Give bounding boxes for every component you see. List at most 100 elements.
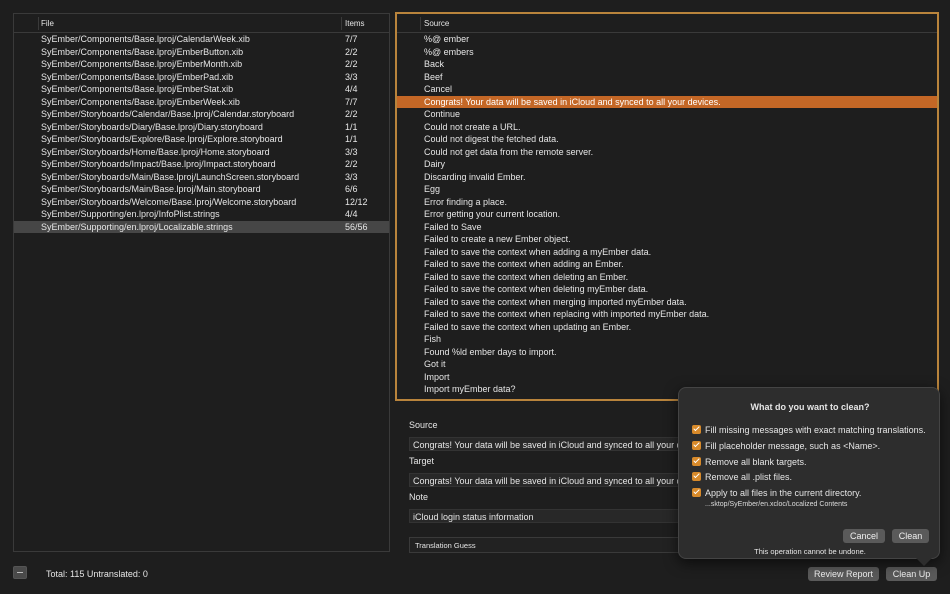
- option-label: Fill placeholder message, such as <Name>…: [705, 441, 881, 451]
- file-path: SyEmber/Storyboards/Welcome/Base.lproj/W…: [41, 196, 297, 207]
- source-row[interactable]: Error getting your current location.: [397, 208, 937, 221]
- target-label: Target: [409, 456, 435, 466]
- source-row[interactable]: Dairy: [397, 158, 937, 171]
- file-path: SyEmber/Supporting/en.lproj/Localizable.…: [41, 221, 233, 232]
- checkbox[interactable]: [692, 488, 701, 497]
- file-path: SyEmber/Supporting/en.lproj/InfoPlist.st…: [41, 209, 220, 219]
- source-row[interactable]: Failed to save the context when deleting…: [397, 283, 937, 296]
- undo-warning: This operation cannot be undone.: [754, 547, 866, 556]
- note-field[interactable]: iCloud login status information: [409, 509, 689, 523]
- source-row[interactable]: Back: [397, 58, 937, 71]
- source-row[interactable]: Discarding invalid Ember.: [397, 171, 937, 184]
- source-row[interactable]: Beef: [397, 71, 937, 84]
- option-remove-blank[interactable]: Remove all blank targets.: [692, 457, 807, 469]
- files-list: SyEmber/Components/Base.lproj/CalendarWe…: [14, 33, 389, 233]
- source-row[interactable]: Failed to save the context when updating…: [397, 321, 937, 334]
- file-items-count: 1/1: [345, 121, 358, 132]
- file-row[interactable]: SyEmber/Storyboards/Diary/Base.lproj/Dia…: [14, 121, 389, 134]
- source-row[interactable]: Import: [397, 371, 937, 384]
- directory-path: ...sktop/SyEmber/en.xcloc/Localized Cont…: [705, 501, 848, 508]
- file-path: SyEmber/Storyboards/Calendar/Base.lproj/…: [41, 109, 295, 119]
- checkbox[interactable]: [692, 457, 701, 466]
- file-path: SyEmber/Storyboards/Impact/Base.lproj/Im…: [41, 159, 276, 169]
- file-row[interactable]: SyEmber/Supporting/en.lproj/Localizable.…: [14, 220, 389, 233]
- checkbox[interactable]: [692, 472, 701, 481]
- file-row[interactable]: SyEmber/Storyboards/Calendar/Base.lproj/…: [14, 108, 389, 121]
- review-report-button[interactable]: Review Report: [808, 567, 879, 581]
- file-row[interactable]: SyEmber/Components/Base.lproj/EmberPad.x…: [14, 71, 389, 84]
- option-remove-plist[interactable]: Remove all .plist files.: [692, 472, 792, 484]
- source-row[interactable]: Failed to create a new Ember object.: [397, 233, 937, 246]
- file-path: SyEmber/Components/Base.lproj/EmberWeek.…: [41, 96, 240, 107]
- file-row[interactable]: SyEmber/Supporting/en.lproj/InfoPlist.st…: [14, 208, 389, 221]
- source-row[interactable]: %@ embers: [397, 46, 937, 59]
- option-fill-placeholder[interactable]: Fill placeholder message, such as <Name>…: [692, 441, 880, 453]
- file-items-count: 4/4: [345, 209, 358, 219]
- checkbox[interactable]: [692, 441, 701, 450]
- source-row[interactable]: %@ ember: [397, 33, 937, 46]
- file-row[interactable]: SyEmber/Components/Base.lproj/EmberMonth…: [14, 58, 389, 71]
- file-items-count: 3/3: [345, 171, 358, 182]
- option-fill-missing[interactable]: Fill missing messages with exact matchin…: [692, 425, 926, 437]
- popover-arrow: [916, 558, 932, 566]
- checkbox[interactable]: [692, 425, 701, 434]
- file-path: SyEmber/Components/Base.lproj/EmberButto…: [41, 46, 244, 57]
- file-row[interactable]: SyEmber/Storyboards/Welcome/Base.lproj/W…: [14, 196, 389, 209]
- source-row[interactable]: Egg: [397, 183, 937, 196]
- column-header-items[interactable]: Items: [345, 19, 365, 28]
- source-row[interactable]: Congrats! Your data will be saved in iCl…: [397, 95, 937, 108]
- file-path: SyEmber/Storyboards/Explore/Base.lproj/E…: [41, 134, 283, 144]
- source-row[interactable]: Continue: [397, 108, 937, 121]
- column-separator: [38, 17, 39, 30]
- source-table: Source %@ ember %@ embers Back Beef Cancel Co…: [395, 12, 939, 401]
- source-row[interactable]: Failed to save the context when replacin…: [397, 308, 937, 321]
- clean-button[interactable]: Clean: [892, 529, 929, 543]
- source-row[interactable]: Fish: [397, 333, 937, 346]
- file-row[interactable]: SyEmber/Components/Base.lproj/EmberWeek.…: [14, 96, 389, 109]
- source-row[interactable]: Got it: [397, 358, 937, 371]
- source-row[interactable]: Could not create a URL.: [397, 121, 937, 134]
- source-row[interactable]: Found %ld ember days to import.: [397, 346, 937, 359]
- popover-title: What do you want to clean?: [750, 402, 870, 412]
- source-row[interactable]: Failed to save the context when adding a…: [397, 258, 937, 271]
- source-row[interactable]: Failed to Save: [397, 221, 937, 234]
- file-items-count: 7/7: [345, 96, 358, 107]
- file-path: SyEmber/Storyboards/Home/Base.lproj/Home…: [41, 146, 270, 157]
- file-path: SyEmber/Storyboards/Main/Base.lproj/Laun…: [41, 171, 300, 182]
- file-row[interactable]: SyEmber/Components/Base.lproj/EmberStat.…: [14, 83, 389, 96]
- files-table: File Items SyEmber/Components/Base.lproj…: [13, 13, 390, 552]
- file-items-count: 4/4: [345, 84, 358, 94]
- column-header-file[interactable]: File: [41, 19, 54, 28]
- option-apply-all[interactable]: Apply to all files in the current direct…: [692, 488, 861, 500]
- source-row[interactable]: Could not digest the fetched data.: [397, 133, 937, 146]
- file-row[interactable]: SyEmber/Storyboards/Impact/Base.lproj/Im…: [14, 158, 389, 171]
- cancel-button[interactable]: Cancel: [843, 529, 885, 543]
- file-items-count: 3/3: [345, 146, 358, 157]
- target-field[interactable]: Congrats! Your data will be saved in iCl…: [409, 473, 689, 487]
- file-items-count: 6/6: [345, 184, 358, 194]
- option-label: Remove all .plist files.: [705, 472, 793, 482]
- column-separator: [420, 17, 421, 30]
- file-items-count: 2/2: [345, 46, 358, 57]
- source-row[interactable]: Error finding a place.: [397, 196, 937, 209]
- source-row[interactable]: Failed to save the context when deleting…: [397, 271, 937, 284]
- file-row[interactable]: SyEmber/Components/Base.lproj/EmberButto…: [14, 46, 389, 59]
- file-row[interactable]: SyEmber/Storyboards/Main/Base.lproj/Main…: [14, 183, 389, 196]
- file-path: SyEmber/Components/Base.lproj/EmberStat.…: [41, 84, 234, 94]
- source-row[interactable]: Failed to save the context when adding a…: [397, 246, 937, 259]
- file-items-count: 12/12: [345, 196, 368, 207]
- file-row[interactable]: SyEmber/Components/Base.lproj/CalendarWe…: [14, 33, 389, 46]
- source-row[interactable]: Failed to save the context when merging …: [397, 296, 937, 309]
- file-row[interactable]: SyEmber/Storyboards/Main/Base.lproj/Laun…: [14, 171, 389, 184]
- source-field[interactable]: Congrats! Your data will be saved in iCl…: [409, 437, 689, 451]
- file-row[interactable]: SyEmber/Storyboards/Explore/Base.lproj/E…: [14, 133, 389, 146]
- file-path: SyEmber/Storyboards/Main/Base.lproj/Main…: [41, 184, 261, 194]
- file-path: SyEmber/Storyboards/Diary/Base.lproj/Dia…: [41, 121, 263, 132]
- file-row[interactable]: SyEmber/Storyboards/Home/Base.lproj/Home…: [14, 146, 389, 159]
- clean-up-button[interactable]: Clean Up: [886, 567, 937, 581]
- column-header-source[interactable]: Source: [424, 19, 449, 28]
- source-row[interactable]: Cancel: [397, 83, 937, 96]
- source-row[interactable]: Could not get data from the remote serve…: [397, 146, 937, 159]
- file-items-count: 3/3: [345, 71, 358, 82]
- remove-button[interactable]: [13, 566, 27, 579]
